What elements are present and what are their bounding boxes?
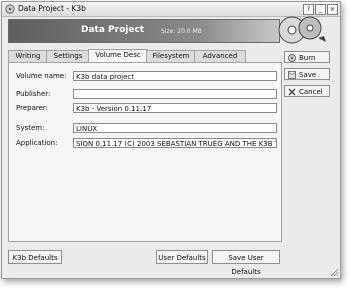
volume-name-label: Volume name: bbox=[16, 72, 67, 80]
burn-button[interactable]: Burn bbox=[284, 51, 330, 63]
tab-volume-desc[interactable]: Volume Desc bbox=[88, 49, 148, 63]
save-user-defaults-button[interactable]: Save User Defaults bbox=[212, 250, 280, 276]
save-button[interactable]: Save bbox=[284, 68, 330, 80]
application-label: Application: bbox=[16, 139, 58, 147]
resize-grip-icon[interactable] bbox=[329, 267, 339, 277]
tab-settings[interactable]: Settings bbox=[46, 50, 90, 62]
window-title: Data Project - K3b bbox=[18, 4, 86, 13]
user-defaults-button[interactable]: User Defaults bbox=[156, 250, 208, 264]
system-input[interactable]: LINUX bbox=[73, 123, 277, 133]
project-header: Data Project Size: 20.0 MB bbox=[8, 19, 280, 43]
burn-icon bbox=[288, 54, 296, 62]
cancel-icon bbox=[288, 88, 296, 96]
k3b-app-icon bbox=[5, 4, 15, 14]
application-input[interactable]: SION 0.11.17 (C) 2003 SEBASTIAN TRUEG AN… bbox=[73, 138, 277, 148]
preparer-label: Preparer: bbox=[16, 104, 49, 112]
burn-button-label: Burn bbox=[299, 54, 316, 62]
tab-filesystem[interactable]: Filesystem bbox=[146, 50, 196, 62]
system-label: System: bbox=[16, 124, 45, 132]
volume-name-input[interactable]: K3b data project bbox=[73, 71, 277, 81]
k3b-logo-icon bbox=[278, 16, 326, 44]
tab-writing[interactable]: Writing bbox=[8, 50, 48, 62]
volume-desc-panel: Volume name: K3b data project Publisher:… bbox=[8, 62, 282, 242]
k3b-defaults-button[interactable]: K3b Defaults bbox=[8, 250, 62, 264]
preparer-input[interactable]: K3b - Version 0.11.17 bbox=[73, 103, 277, 113]
publisher-label: Publisher: bbox=[16, 90, 51, 98]
project-title: Data Project bbox=[81, 25, 145, 35]
save-button-label: Save bbox=[299, 71, 317, 79]
tab-advanced[interactable]: Advanced bbox=[194, 50, 246, 62]
cancel-button-label: Cancel bbox=[299, 88, 323, 96]
save-icon bbox=[288, 71, 296, 79]
cancel-button[interactable]: Cancel bbox=[284, 85, 330, 97]
project-size: Size: 20.0 MB bbox=[161, 28, 202, 35]
dialog-window: Data Project - K3b ? _ × Data Project Si… bbox=[1, 1, 341, 279]
publisher-input[interactable] bbox=[73, 89, 277, 99]
